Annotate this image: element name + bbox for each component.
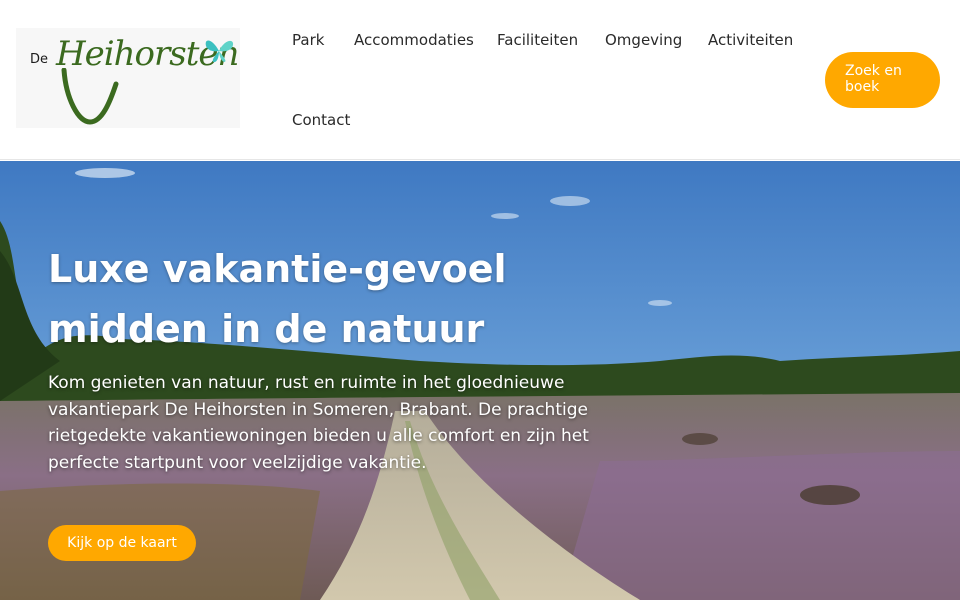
hero-section: Luxe vakantie-gevoel midden in de natuur… xyxy=(0,161,960,600)
main-navigation: Park Accommodaties Faciliteiten Omgeving… xyxy=(276,0,816,160)
nav-item-park[interactable]: Park xyxy=(292,31,324,49)
view-map-button[interactable]: Kijk op de kaart xyxy=(48,525,196,561)
logo-prefix: De xyxy=(30,52,49,67)
nav-item-activiteiten[interactable]: Activiteiten xyxy=(708,31,793,49)
search-and-book-button[interactable]: Zoek en boek xyxy=(825,52,940,108)
nav-item-faciliteiten[interactable]: Faciliteiten xyxy=(497,31,578,49)
site-header: De Heihorsten Park Accommodaties Facilit… xyxy=(0,0,960,160)
site-logo[interactable]: De Heihorsten xyxy=(16,28,240,128)
butterfly-icon xyxy=(205,40,234,63)
hero-title: Luxe vakantie-gevoel midden in de natuur xyxy=(48,247,507,351)
hero-description: Kom genieten van natuur, rust en ruimte … xyxy=(48,373,589,473)
nav-item-contact[interactable]: Contact xyxy=(292,111,350,129)
nav-item-omgeving[interactable]: Omgeving xyxy=(605,31,682,49)
logo-swirl-icon xyxy=(61,68,119,125)
nav-item-accommodaties[interactable]: Accommodaties xyxy=(354,31,474,49)
